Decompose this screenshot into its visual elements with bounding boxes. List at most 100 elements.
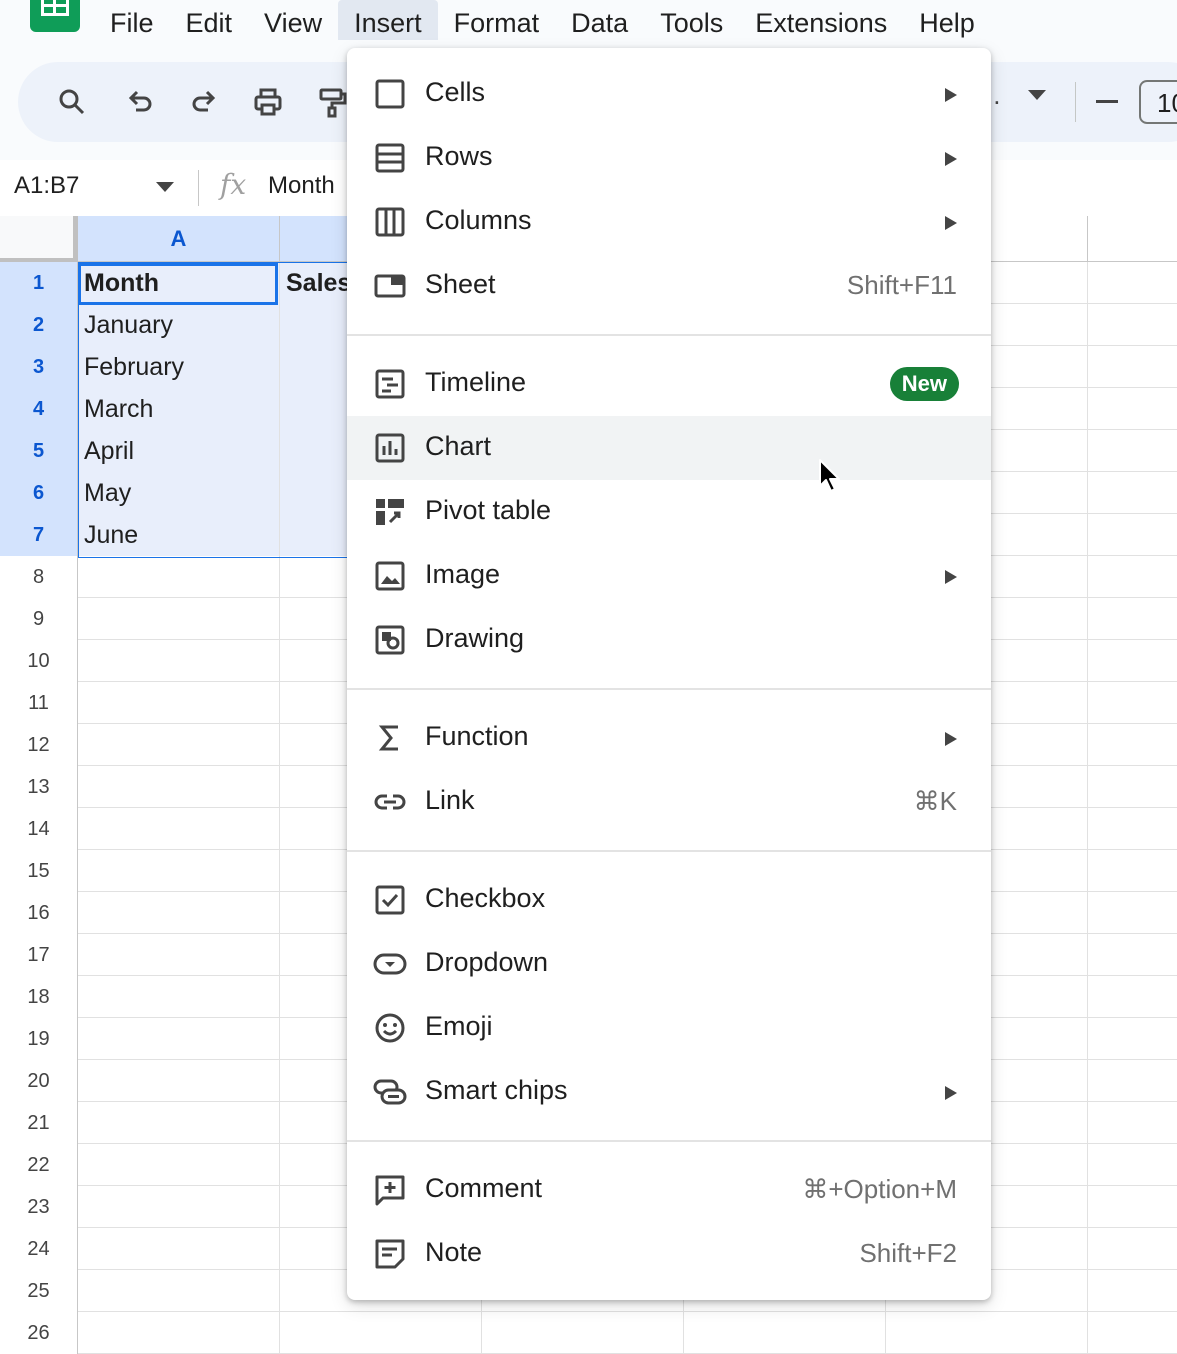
grid-cell[interactable] [78, 850, 280, 892]
row-header[interactable]: 12 [0, 724, 78, 766]
menu-item-rows[interactable]: Rows [347, 126, 991, 190]
grid-cell[interactable] [78, 556, 280, 598]
grid-cell[interactable] [78, 640, 280, 682]
grid-cell[interactable] [1088, 1228, 1177, 1270]
search-icon[interactable] [52, 82, 92, 122]
column-header-f[interactable] [1088, 216, 1177, 262]
grid-cell[interactable] [1088, 934, 1177, 976]
menu-item-sheet[interactable]: Sheet Shift+F11 [347, 254, 991, 318]
row-header[interactable]: 24 [0, 1228, 78, 1270]
grid-cell[interactable] [78, 724, 280, 766]
menu-edit[interactable]: Edit [170, 0, 249, 40]
grid-cell[interactable] [78, 1312, 280, 1354]
menu-item-pivot-table[interactable]: Pivot table [347, 480, 991, 544]
row-header[interactable]: 4 [0, 388, 78, 430]
row-header[interactable]: 11 [0, 682, 78, 724]
paint-format-icon[interactable] [312, 82, 352, 122]
redo-icon[interactable] [184, 82, 224, 122]
grid-cell[interactable] [1088, 892, 1177, 934]
grid-cell[interactable] [78, 1186, 280, 1228]
row-header[interactable]: 20 [0, 1060, 78, 1102]
menu-tools[interactable]: Tools [644, 0, 739, 40]
menu-item-dropdown[interactable]: Dropdown [347, 932, 991, 996]
grid-cell[interactable]: Month [78, 262, 280, 304]
menu-item-timeline[interactable]: Timeline New [347, 352, 991, 416]
grid-cell[interactable] [1088, 808, 1177, 850]
grid-cell[interactable] [78, 1270, 280, 1312]
menu-format[interactable]: Format [438, 0, 556, 40]
row-header[interactable]: 8 [0, 556, 78, 598]
font-size-input[interactable]: 10 [1139, 80, 1177, 124]
grid-cell[interactable] [482, 1312, 684, 1354]
menu-insert[interactable]: Insert [338, 0, 438, 40]
grid-cell[interactable] [684, 1312, 886, 1354]
grid-cell[interactable]: June [78, 514, 280, 556]
grid-cell[interactable] [78, 1060, 280, 1102]
row-header[interactable]: 16 [0, 892, 78, 934]
menu-item-image[interactable]: Image [347, 544, 991, 608]
menu-help[interactable]: Help [903, 0, 991, 40]
grid-cell[interactable] [1088, 514, 1177, 556]
menu-item-cells[interactable]: Cells [347, 62, 991, 126]
grid-cell[interactable] [78, 1228, 280, 1270]
row-header[interactable]: 1 [0, 262, 78, 304]
grid-cell[interactable] [78, 976, 280, 1018]
row-header[interactable]: 25 [0, 1270, 78, 1312]
row-header[interactable]: 10 [0, 640, 78, 682]
menu-item-columns[interactable]: Columns [347, 190, 991, 254]
chevron-down-icon[interactable] [1028, 90, 1046, 100]
row-header[interactable]: 7 [0, 514, 78, 556]
grid-cell[interactable] [280, 1312, 482, 1354]
grid-cell[interactable] [1088, 1060, 1177, 1102]
menu-item-comment[interactable]: Comment ⌘+Option+M [347, 1158, 991, 1222]
row-header[interactable]: 15 [0, 850, 78, 892]
grid-cell[interactable] [1088, 304, 1177, 346]
grid-cell[interactable]: January [78, 304, 280, 346]
formula-input[interactable]: Month [268, 172, 335, 200]
grid-cell[interactable] [1088, 1102, 1177, 1144]
grid-cell[interactable] [78, 598, 280, 640]
grid-cell[interactable] [78, 892, 280, 934]
grid-cell[interactable]: March [78, 388, 280, 430]
menu-item-checkbox[interactable]: Checkbox [347, 868, 991, 932]
grid-cell[interactable] [1088, 766, 1177, 808]
grid-cell[interactable] [1088, 1312, 1177, 1354]
menu-file[interactable]: File [94, 0, 170, 40]
grid-cell[interactable] [1088, 388, 1177, 430]
print-icon[interactable] [248, 82, 288, 122]
grid-cell[interactable] [78, 1102, 280, 1144]
row-header[interactable]: 18 [0, 976, 78, 1018]
grid-cell[interactable]: May [78, 472, 280, 514]
menu-item-emoji[interactable]: Emoji [347, 996, 991, 1060]
grid-cell[interactable] [1088, 472, 1177, 514]
row-header[interactable]: 13 [0, 766, 78, 808]
grid-cell[interactable]: April [78, 430, 280, 472]
row-header[interactable]: 22 [0, 1144, 78, 1186]
row-header[interactable]: 2 [0, 304, 78, 346]
name-box[interactable]: A1:B7 [14, 172, 79, 200]
grid-cell[interactable] [1088, 430, 1177, 472]
row-header[interactable]: 19 [0, 1018, 78, 1060]
row-header[interactable]: 23 [0, 1186, 78, 1228]
decrease-font-size-button[interactable] [1096, 100, 1118, 103]
grid-cell[interactable] [78, 766, 280, 808]
grid-cell[interactable] [78, 1018, 280, 1060]
row-header[interactable]: 26 [0, 1312, 78, 1354]
grid-cell[interactable] [78, 808, 280, 850]
row-header[interactable]: 9 [0, 598, 78, 640]
row-header[interactable]: 21 [0, 1102, 78, 1144]
grid-cell[interactable] [1088, 556, 1177, 598]
menu-item-note[interactable]: Note Shift+F2 [347, 1222, 991, 1286]
grid-cell[interactable] [1088, 262, 1177, 304]
row-header[interactable]: 6 [0, 472, 78, 514]
grid-cell[interactable] [78, 1144, 280, 1186]
chevron-down-icon[interactable] [156, 182, 174, 192]
grid-cell[interactable] [1088, 598, 1177, 640]
select-all-corner[interactable] [0, 216, 78, 262]
menu-extensions[interactable]: Extensions [739, 0, 903, 40]
column-header-a[interactable]: A [78, 216, 280, 262]
row-header[interactable]: 3 [0, 346, 78, 388]
grid-cell[interactable] [1088, 640, 1177, 682]
menu-item-chart[interactable]: Chart [347, 416, 991, 480]
grid-cell[interactable]: February [78, 346, 280, 388]
